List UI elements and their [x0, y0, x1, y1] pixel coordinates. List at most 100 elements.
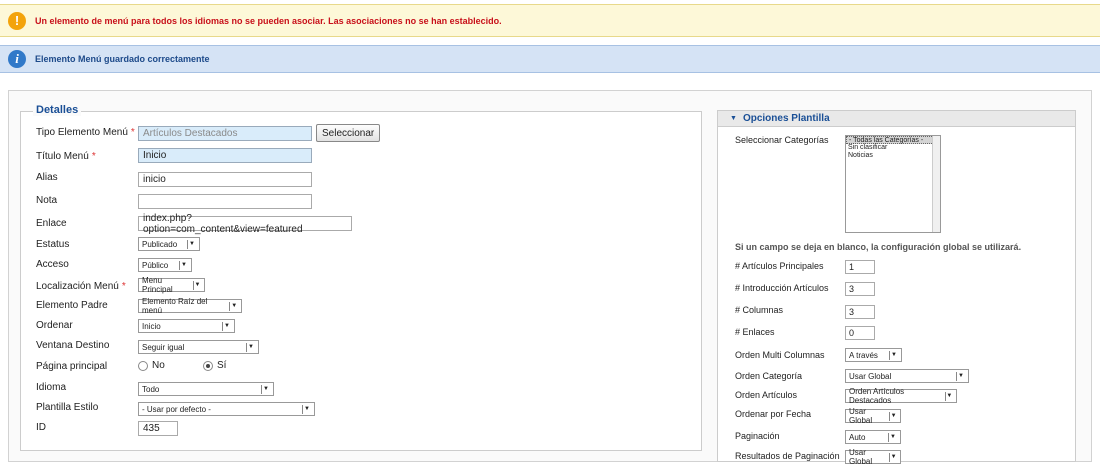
id-field: 435 [138, 421, 178, 436]
chevron-down-icon: ▼ [302, 404, 311, 414]
template-options-title: Opciones Plantilla [742, 113, 830, 124]
warning-icon: ! [8, 11, 26, 30]
idioma-select[interactable]: Todo ▼ [138, 382, 274, 396]
chevron-down-icon: ▼ [889, 452, 897, 462]
row-localizacion: Localización Menú * [36, 277, 140, 295]
global-config-note: Si un campo se deja en blanco, la config… [735, 242, 1022, 252]
info-icon: i [8, 50, 26, 68]
pagina-no-radio[interactable]: No [138, 360, 165, 371]
chevron-down-icon: ▼ [246, 342, 255, 352]
categoria-select[interactable]: Usar Global ▼ [845, 369, 969, 383]
row-alias: Alias [36, 168, 140, 186]
paginacion-select[interactable]: Auto ▼ [845, 430, 901, 444]
localizacion-value: Menu Principal [142, 276, 173, 294]
chevron-down-icon: ▼ [179, 260, 188, 270]
ventana-value: Seguir igual [142, 342, 185, 352]
radio-checked-icon [203, 360, 213, 371]
tipo-field[interactable]: Artículos Destacados [138, 125, 312, 141]
row-idioma: Idioma [36, 378, 140, 396]
required-mark: * [130, 126, 135, 138]
estatus-value: Publicado [142, 239, 178, 249]
nota-label: Nota [36, 194, 58, 206]
principales-label: # Artículos Principales [735, 261, 824, 271]
list-item[interactable]: Noticias [846, 152, 940, 160]
enlace-field[interactable]: index.php?option=com_content&view=featur… [138, 213, 352, 235]
categorias-label: Seleccionar Categorías [735, 135, 829, 145]
chevron-down-icon: ▼ [261, 384, 270, 394]
titulo-field[interactable]: Inicio [138, 148, 312, 163]
acceso-label: Acceso [36, 258, 69, 270]
tipo-group: Artículos Destacados Seleccionar [138, 124, 381, 142]
alias-field[interactable]: inicio [138, 172, 312, 187]
localizacion-label: Localización Menú * [36, 280, 126, 292]
enlace-label: Enlace [36, 217, 67, 229]
localizacion-select[interactable]: Menu Principal ▼ [138, 276, 205, 294]
resultados-value: Usar Global [849, 448, 873, 466]
multi-select[interactable]: A través ▼ [845, 348, 902, 362]
principales-field[interactable]: 1 [845, 260, 875, 274]
ordenar-value: Inicio [142, 321, 161, 331]
row-padre: Elemento Padre [36, 296, 140, 314]
columnas-field[interactable]: 3 [845, 305, 875, 319]
columnas-label: # Columnas [735, 305, 784, 315]
multi-label: Orden Multi Columnas [735, 350, 825, 360]
chevron-down-icon: ▼ [222, 321, 231, 331]
required-mark: * [121, 280, 126, 292]
categorias-listbox[interactable]: - Todas las Categorías - Sin clasificar … [845, 135, 941, 233]
row-ordenar: Ordenar [36, 316, 140, 334]
row-introduccion: # Introducción Artículos [735, 279, 829, 297]
pagina-si-label: Sí [217, 360, 227, 371]
row-multi: Orden Multi Columnas [735, 346, 825, 364]
estatus-label: Estatus [36, 238, 70, 250]
tipo-label: Tipo Elemento Menú * [36, 126, 135, 138]
pagina-si-radio[interactable]: Sí [203, 360, 226, 371]
info-text: Elemento Menú guardado correctamente [35, 54, 210, 64]
multi-value: A través [849, 350, 878, 360]
idioma-value: Todo [142, 384, 160, 394]
resultados-label: Resultados de Paginación [735, 451, 840, 461]
acceso-select[interactable]: Público ▼ [138, 258, 192, 272]
plantilla-select[interactable]: - Usar por defecto - ▼ [138, 402, 315, 416]
estatus-select[interactable]: Publicado ▼ [138, 237, 200, 251]
list-item[interactable]: Sin clasificar [846, 144, 940, 152]
select-type-button[interactable]: Seleccionar [316, 124, 381, 142]
resultados-select[interactable]: Usar Global ▼ [845, 448, 901, 466]
warning-message: ! Un elemento de menú para todos los idi… [0, 4, 1100, 37]
row-ventana: Ventana Destino [36, 336, 140, 354]
row-enlaces: # Enlaces [735, 323, 775, 341]
fecha-select[interactable]: Usar Global ▼ [845, 407, 901, 425]
categoria-label: Orden Categoría [735, 371, 803, 381]
categoria-value: Usar Global [849, 371, 892, 381]
radio-unchecked-icon [138, 360, 148, 371]
articulos-label: Orden Artículos [735, 390, 798, 400]
ventana-select[interactable]: Seguir igual ▼ [138, 340, 259, 354]
row-nota: Nota [36, 191, 140, 209]
chevron-down-icon: ▼ [888, 432, 897, 442]
row-tipo: Tipo Elemento Menú * [36, 123, 140, 141]
info-message: i Elemento Menú guardado correctamente [0, 45, 1100, 73]
scrollbar[interactable] [932, 136, 940, 232]
row-estatus: Estatus [36, 235, 140, 253]
row-categorias: Seleccionar Categorías [735, 131, 829, 149]
row-categoria: Orden Categoría [735, 367, 802, 385]
row-pagina: Página principal [36, 357, 140, 375]
nota-field[interactable] [138, 194, 312, 209]
row-plantilla: Plantilla Estilo [36, 398, 140, 416]
padre-value: Elemento Raíz del menú [142, 297, 208, 315]
idioma-label: Idioma [36, 381, 67, 393]
padre-label: Elemento Padre [36, 299, 108, 311]
ordenar-select[interactable]: Inicio ▼ [138, 319, 235, 333]
pagina-label: Página principal [36, 360, 108, 372]
introduccion-field[interactable]: 3 [845, 282, 875, 296]
warning-text: Un elemento de menú para todos los idiom… [35, 15, 502, 26]
id-label: ID [36, 421, 46, 433]
enlaces-field[interactable]: 0 [845, 326, 875, 340]
articulos-select[interactable]: Orden Artículos Destacados ▼ [845, 387, 957, 405]
plantilla-label: Plantilla Estilo [36, 401, 99, 413]
padre-select[interactable]: Elemento Raíz del menú ▼ [138, 297, 242, 315]
template-options-header[interactable]: ▼ Opciones Plantilla [718, 111, 1075, 127]
chevron-down-icon: ▼ [944, 391, 953, 401]
list-item[interactable]: - Todas las Categorías - [846, 136, 940, 144]
ventana-label: Ventana Destino [36, 339, 110, 351]
acceso-value: Público [142, 260, 169, 270]
